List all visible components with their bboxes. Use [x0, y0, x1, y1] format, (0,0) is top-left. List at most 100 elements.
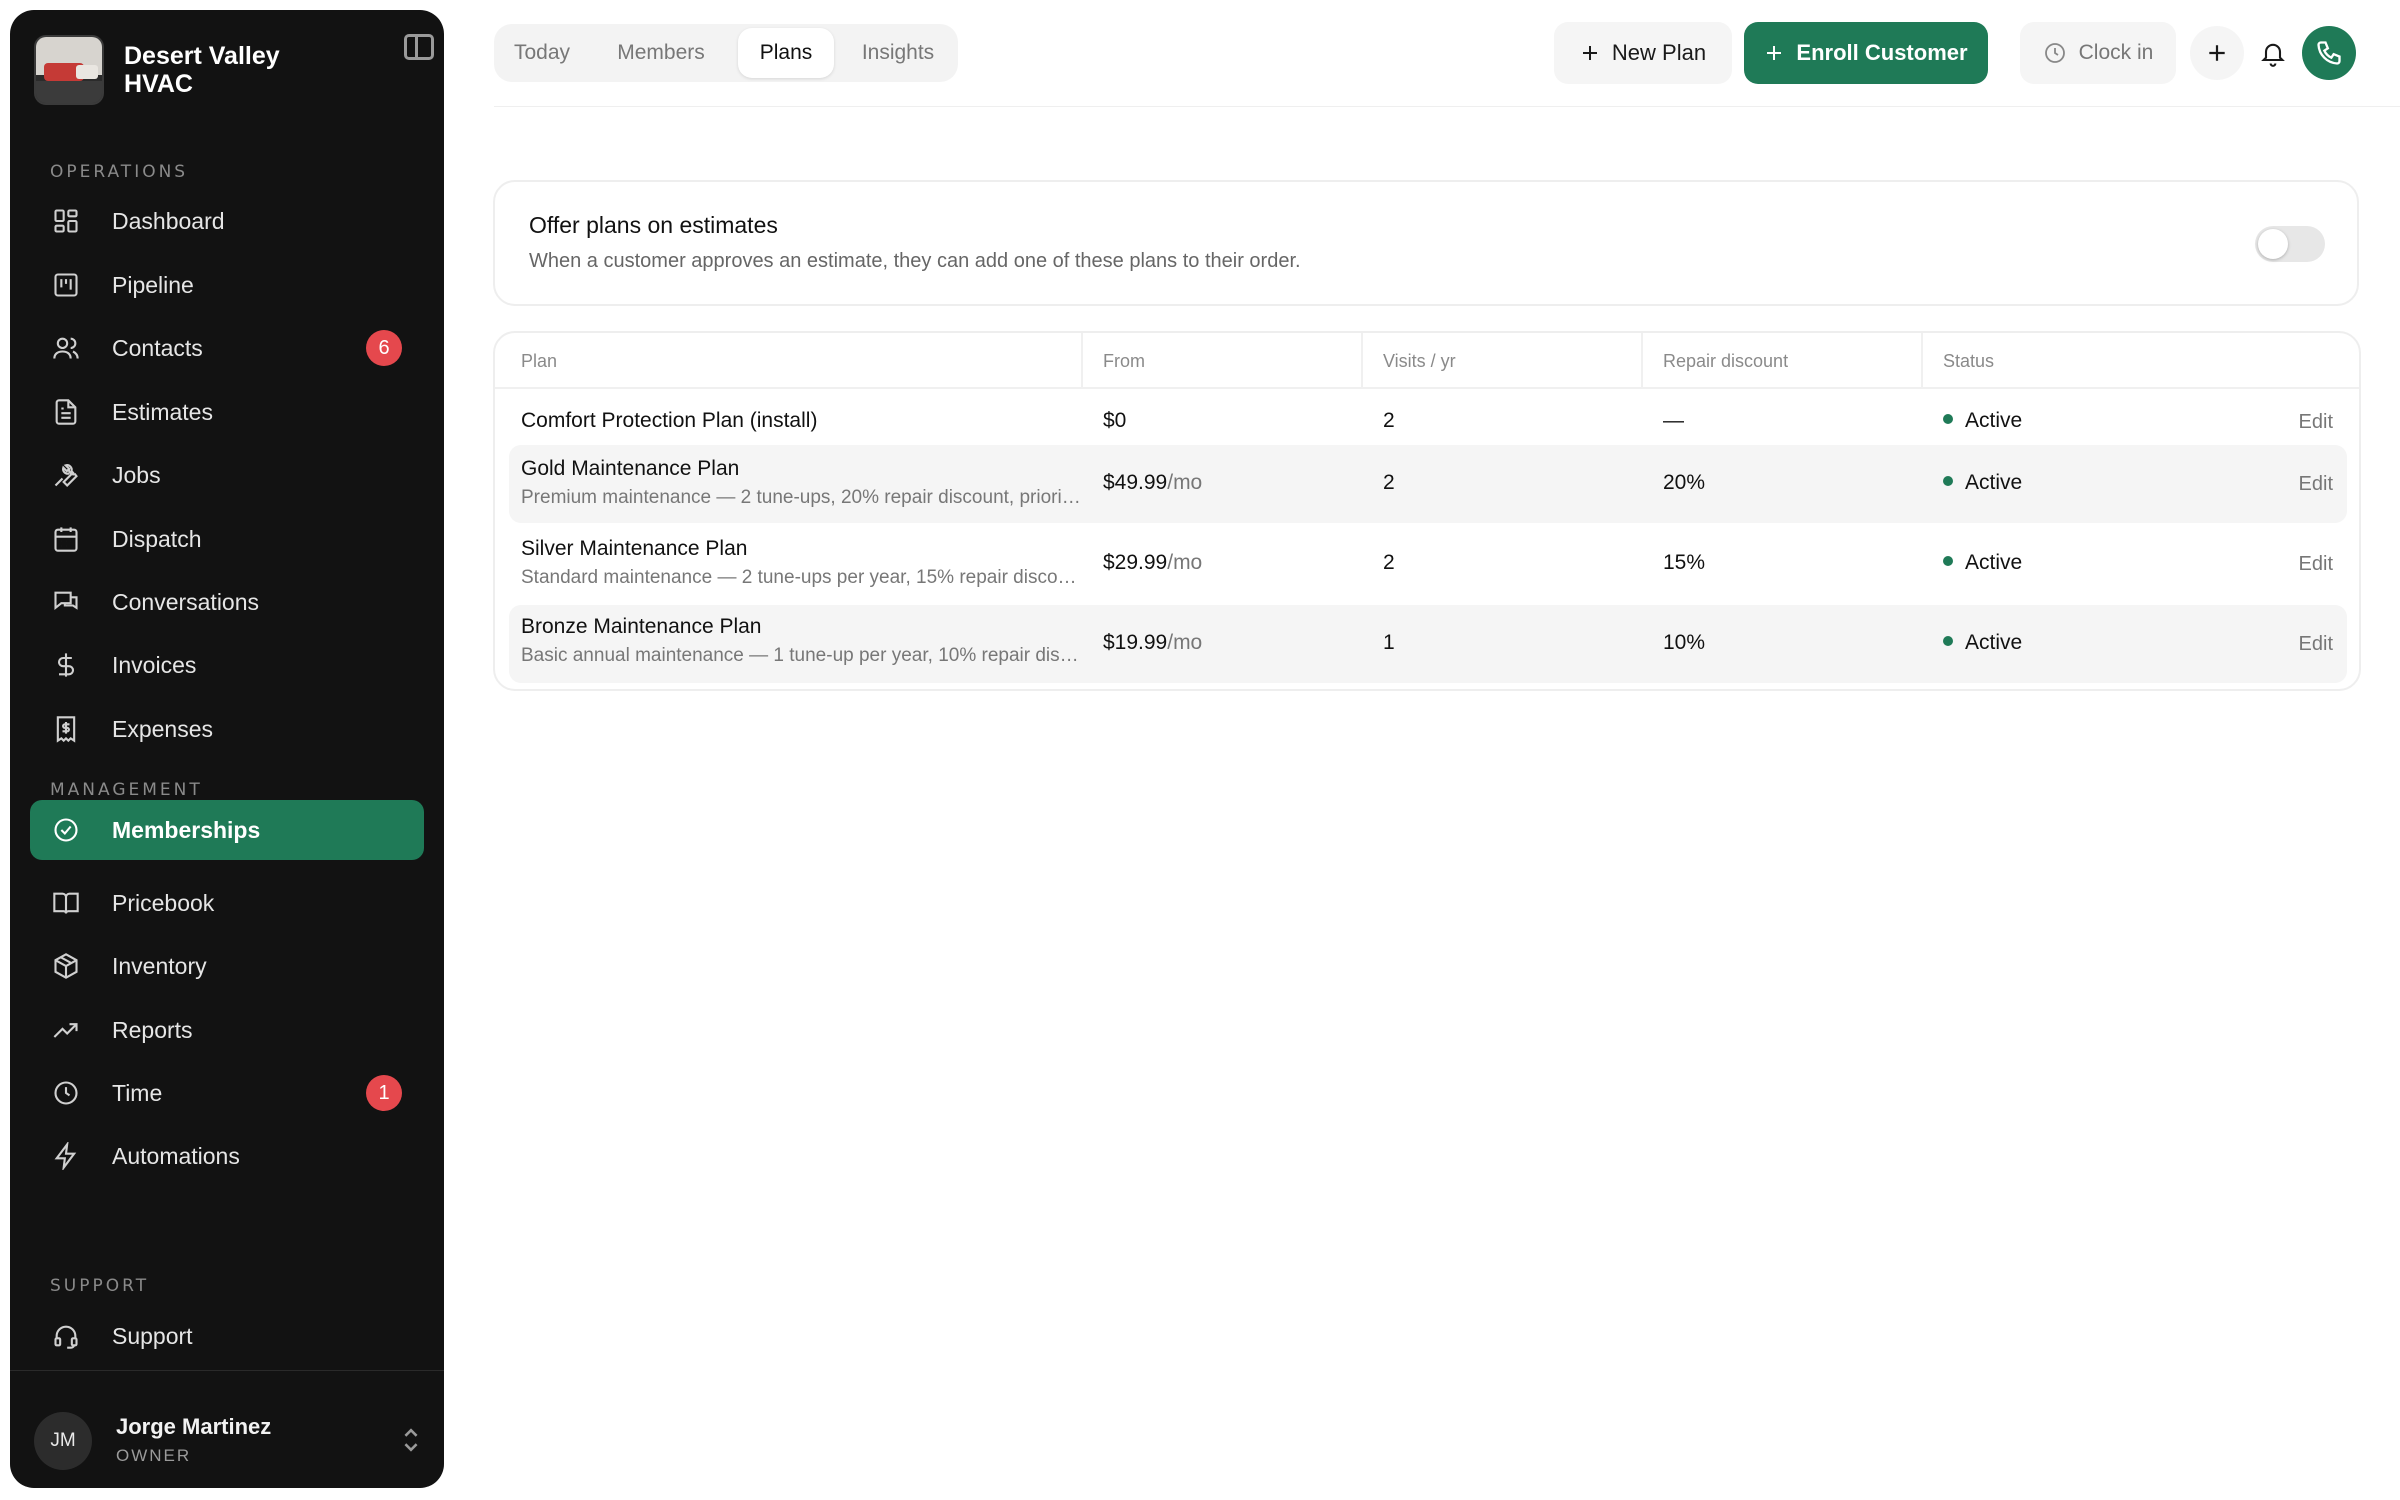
- column-divider: [1641, 333, 1643, 389]
- section-label-management: MANAGEMENT: [50, 780, 203, 800]
- new-plan-button[interactable]: New Plan: [1554, 22, 1732, 84]
- sidebar-item-label: Inventory: [112, 952, 207, 979]
- plan-repair-discount: —: [1663, 409, 1684, 432]
- sidebar-item-label: Dispatch: [112, 525, 202, 552]
- offer-plans-toggle[interactable]: [2255, 226, 2325, 262]
- status-badge: Active: [1943, 631, 2022, 655]
- sidebar-item-pipeline[interactable]: Pipeline: [30, 255, 424, 315]
- sidebar-item-label: Pipeline: [112, 271, 194, 298]
- sidebar-item-support[interactable]: Support: [30, 1306, 424, 1366]
- quick-add-button[interactable]: [2190, 26, 2244, 80]
- sidebar-item-jobs[interactable]: Jobs: [30, 445, 424, 505]
- table-header: Plan From Visits / yr Repair discount St…: [495, 333, 2359, 389]
- notifications-button[interactable]: [2246, 26, 2300, 80]
- status-label: Active: [1965, 471, 2023, 494]
- tab-insights[interactable]: Insights: [850, 28, 946, 78]
- column-header-status: Status: [1943, 350, 1995, 371]
- estimates-icon: [55, 399, 77, 425]
- status-dot-icon: [1943, 476, 1953, 487]
- clock-icon: [54, 1081, 78, 1105]
- status-label: Active: [1965, 631, 2023, 654]
- price-period: /mo: [1167, 471, 1203, 494]
- sidebar-item-label: Jobs: [112, 461, 161, 488]
- bell-icon: [2261, 43, 2285, 67]
- plan-price: $0: [1103, 409, 1126, 433]
- status-label: Active: [1965, 551, 2023, 574]
- plan-price: $49.99/mo: [1103, 471, 1202, 495]
- plan-repair-discount: 10%: [1663, 631, 1706, 654]
- section-label-operations: OPERATIONS: [50, 162, 189, 182]
- sidebar-item-automations[interactable]: Automations: [30, 1126, 424, 1186]
- sidebar-item-contacts[interactable]: Contacts 6: [30, 318, 424, 378]
- plan-name: Bronze Maintenance Plan: [521, 615, 762, 638]
- pipeline-icon: [54, 273, 78, 297]
- sidebar-item-expenses[interactable]: Expenses: [30, 699, 424, 759]
- table-row[interactable]: Comfort Protection Plan (install) $0 2 —…: [509, 393, 2347, 451]
- status-label: Active: [1965, 409, 2023, 432]
- plan-repair-discount: 20%: [1663, 471, 1706, 494]
- edit-plan-link[interactable]: Edit: [2299, 633, 2333, 656]
- user-divider: [10, 1370, 444, 1371]
- sidebar-item-label: Pricebook: [112, 889, 215, 916]
- header-divider: [494, 106, 2400, 107]
- contacts-count-badge: 6: [366, 330, 402, 366]
- headset-icon: [54, 1325, 78, 1349]
- table-row[interactable]: Gold Maintenance Plan Premium maintenanc…: [509, 445, 2347, 523]
- book-icon: [53, 892, 79, 914]
- sidebar-item-label: Expenses: [112, 715, 214, 742]
- brand-name: Desert Valley HVAC: [124, 42, 280, 98]
- brand[interactable]: Desert Valley HVAC: [34, 34, 420, 106]
- edit-plan-link[interactable]: Edit: [2299, 473, 2333, 496]
- sidebar-item-pricebook[interactable]: Pricebook: [30, 873, 424, 933]
- price-amount: $49.99: [1103, 471, 1168, 494]
- phone-button[interactable]: [2302, 26, 2356, 80]
- clock-in-button[interactable]: Clock in: [2020, 22, 2176, 84]
- sidebar-item-memberships[interactable]: Memberships: [30, 800, 424, 860]
- enroll-customer-button[interactable]: Enroll Customer: [1744, 22, 1988, 84]
- enroll-customer-label: Enroll Customer: [1796, 40, 1968, 65]
- edit-plan-link[interactable]: Edit: [2299, 553, 2333, 576]
- table-row[interactable]: Silver Maintenance Plan Standard mainten…: [509, 525, 2347, 603]
- sidebar-item-label: Estimates: [112, 398, 213, 425]
- edit-plan-link[interactable]: Edit: [2299, 411, 2333, 434]
- sidebar-item-invoices[interactable]: Invoices: [30, 635, 424, 695]
- plan-name: Comfort Protection Plan (install): [521, 409, 818, 432]
- dollar-icon: [57, 653, 75, 677]
- tab-members[interactable]: Members: [602, 28, 720, 78]
- offer-plans-card: Offer plans on estimates When a customer…: [493, 180, 2359, 306]
- user-menu[interactable]: JM Jorge Martinez OWNER: [34, 1410, 420, 1474]
- column-header-from: From: [1103, 350, 1145, 371]
- plan-name: Silver Maintenance Plan: [521, 537, 748, 560]
- tab-today[interactable]: Today: [502, 28, 582, 78]
- price-amount: $0: [1103, 409, 1127, 432]
- plan-visits: 2: [1383, 471, 1395, 494]
- sidebar-toggle-icon[interactable]: [404, 34, 434, 60]
- sidebar-item-dashboard[interactable]: Dashboard: [30, 191, 424, 251]
- user-role: OWNER: [116, 1446, 192, 1465]
- sidebar-item-reports[interactable]: Reports: [30, 1000, 424, 1060]
- trend-icon: [53, 1023, 78, 1038]
- offer-description: When a customer approves an estimate, th…: [529, 250, 1301, 272]
- sidebar-item-inventory[interactable]: Inventory: [30, 936, 424, 996]
- brand-logo: [34, 35, 104, 105]
- column-divider: [1361, 333, 1363, 389]
- sidebar-item-time[interactable]: Time 1: [30, 1063, 424, 1123]
- sidebar-item-estimates[interactable]: Estimates: [30, 382, 424, 442]
- offer-title: Offer plans on estimates: [529, 212, 778, 238]
- clock-in-label: Clock in: [2078, 41, 2154, 64]
- plus-icon: [2209, 45, 2225, 61]
- plan-description: Basic annual maintenance — 1 tune-up per…: [521, 645, 1083, 666]
- plan-name: Gold Maintenance Plan: [521, 457, 740, 480]
- sidebar-item-dispatch[interactable]: Dispatch: [30, 509, 424, 569]
- wrench-icon: [54, 464, 78, 487]
- sidebar-item-conversations[interactable]: Conversations: [30, 572, 424, 632]
- plan-visits: 1: [1383, 631, 1395, 654]
- sidebar-item-label: Reports: [112, 1016, 193, 1043]
- plus-icon: [1767, 46, 1782, 60]
- plan-description: Standard maintenance — 2 tune-ups per ye…: [521, 567, 1083, 588]
- tab-plans[interactable]: Plans: [738, 28, 834, 78]
- view-tabs: Today Members Plans Insights: [494, 24, 958, 82]
- receipt-icon: [56, 716, 76, 743]
- plan-visits: 2: [1383, 551, 1395, 574]
- table-row[interactable]: Bronze Maintenance Plan Basic annual mai…: [509, 605, 2347, 683]
